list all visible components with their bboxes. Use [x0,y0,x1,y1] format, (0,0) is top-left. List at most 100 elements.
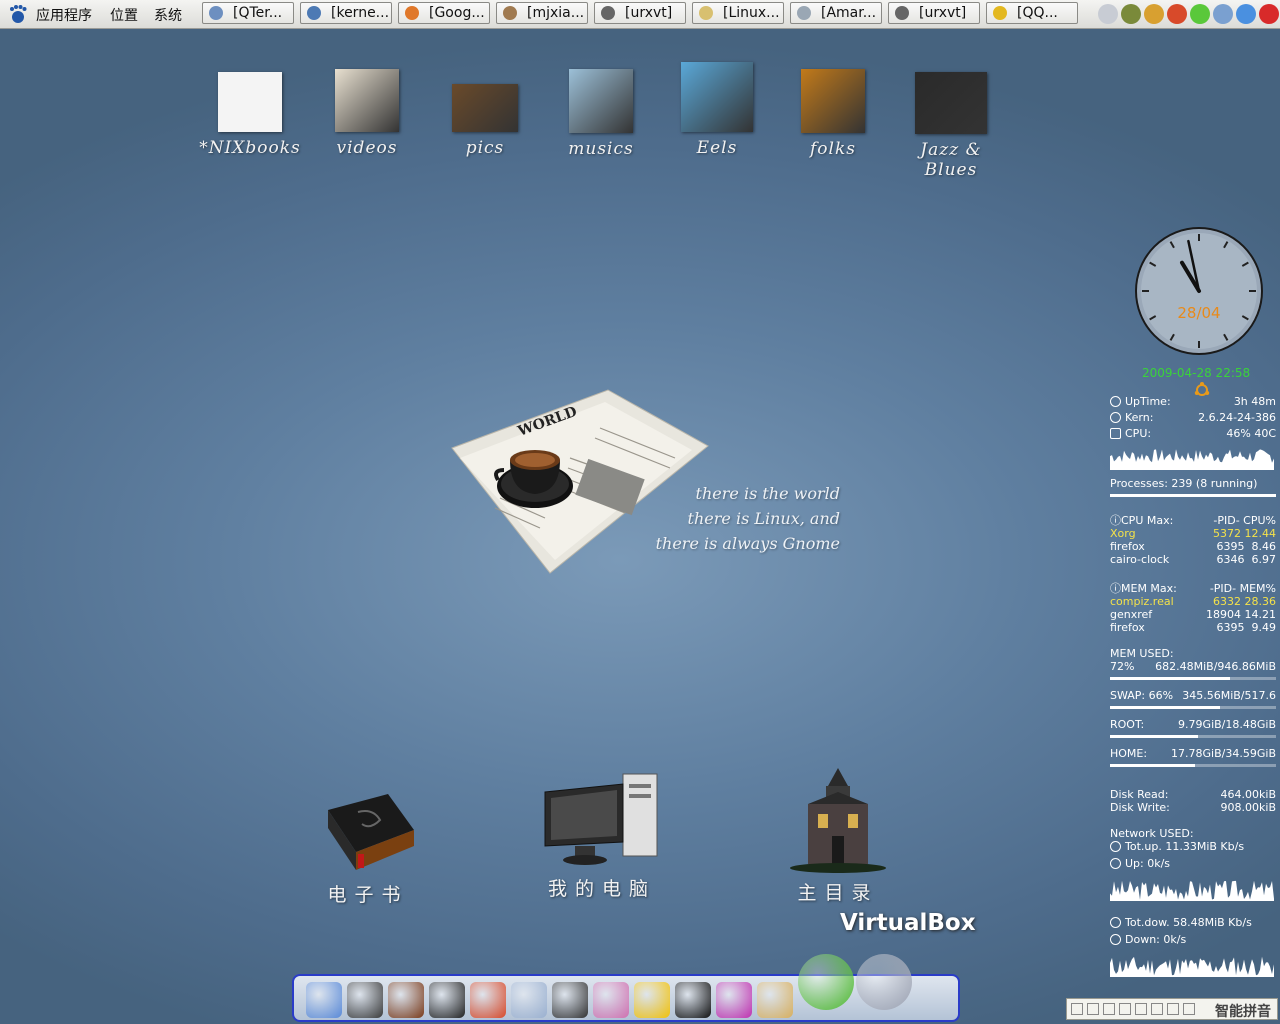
top-panel: 应用程序 位置 系统 [QTer... [kerne... [Goog... [mjx… [0,0,1280,29]
aim-icon[interactable] [634,982,670,1018]
menu-applications[interactable]: 应用程序 [36,5,92,25]
upload-total-icon [1110,841,1121,852]
download-arrow-icon [1110,934,1121,945]
penguin-icon[interactable] [1071,1003,1083,1015]
download-graph [1110,956,1274,977]
taskbar-button-label: [Goog... [429,5,485,21]
keyboard-icon[interactable] [1183,1003,1195,1015]
home-folder-shortcut[interactable]: 主目录 [748,766,928,905]
total-download: Tot.dow. 58.48MiB Kb/s [1125,916,1252,929]
menu-system[interactable]: 系统 [154,5,182,25]
download-total-icon [1110,917,1121,928]
taskbar-button[interactable]: [Amar... [790,2,882,24]
pinyin-icon[interactable] [1087,1003,1099,1015]
moon-icon[interactable] [1103,1003,1115,1015]
green-apple-icon[interactable] [798,954,854,1010]
ime-status-bar[interactable]: 智能拼音 [1066,998,1278,1020]
haunted-house-icon[interactable] [347,982,383,1018]
forever-young-cover-icon [569,69,633,133]
archive-icon[interactable] [1121,4,1141,24]
cpu-usage-graph [1110,449,1274,470]
process-row: firefox 6395 8.46 [1108,540,1276,553]
desktop-icon[interactable]: Eels [662,62,772,158]
chat-icon[interactable] [1236,4,1256,24]
virtualbox-icon[interactable] [856,954,912,1010]
desktop-icon[interactable]: musics [546,69,656,159]
qq-penguin-icon[interactable] [675,982,711,1018]
mem-max-header: MEM Max: [1121,582,1177,595]
home-value: 17.78GiB/34.59GiB [1171,747,1276,760]
taskbar-button[interactable]: [mjxia... [496,2,588,24]
desktop-icon[interactable]: pics [430,84,540,158]
green-status-icon[interactable] [1190,4,1210,24]
mem-percent: 72% [1110,660,1135,673]
upload-arrow-icon [1110,858,1121,869]
swap-value: 345.56MiB/517.6 [1182,689,1276,702]
taskbar-button[interactable]: [QQ... [986,2,1078,24]
monitor-icon[interactable] [552,982,588,1018]
process-name: Xorg [1110,527,1136,540]
pidgin-icon[interactable] [511,982,547,1018]
chrome-icon[interactable] [470,982,506,1018]
qq-player-icon[interactable] [716,982,752,1018]
desktop-icon[interactable]: folks [778,69,888,159]
taskbar-button[interactable]: [urxvt] [594,2,686,24]
desktop-icon-label: videos [336,138,398,158]
complex-icon[interactable] [1167,1003,1179,1015]
network-icon[interactable] [1098,4,1118,24]
home-label: HOME: [1110,747,1148,760]
qq-tray-icon[interactable] [1167,4,1187,24]
process-stats: 6395 9.49 [1216,621,1276,634]
music-note-icon[interactable] [593,982,629,1018]
qterm-icon [209,6,223,20]
upload-icon [503,6,517,20]
traditional-icon[interactable] [1151,1003,1163,1015]
ime-mode-label[interactable]: 智能拼音 [1215,1001,1271,1021]
home-folder-label: 主目录 [797,882,879,904]
desktop-icon[interactable]: *NIXbooks [195,72,305,158]
desktop-icon-label: musics [568,139,634,159]
processes-bar [1110,494,1276,497]
conky-system-monitor: UpTime: 3h 48m Kern: 2.6.24-24-386 CPU: 46%… [1108,395,1276,984]
root-value: 9.79GiB/18.48GiB [1178,718,1276,731]
my-computer-shortcut[interactable]: 我的电脑 [512,770,692,901]
cairo-clock-widget[interactable]: 28/04 [1134,226,1264,356]
taskbar-button-label: [QQ... [1017,5,1058,21]
virtualbox-label: VirtualBox [840,910,976,936]
disc-package-icon[interactable] [757,982,793,1018]
taskbar-button[interactable]: [urxvt] [888,2,980,24]
process-stats: 5372 12.44 [1213,527,1276,540]
close-red-icon[interactable] [1259,4,1279,24]
quote-line-1: there is the world [695,484,840,503]
menu-places[interactable]: 位置 [110,5,138,25]
process-stats: 6346 6.97 [1216,553,1276,566]
info-icon: ⓘ [1110,514,1121,527]
kern-label: Kern: [1125,411,1154,424]
process-stats: 6332 28.36 [1213,595,1276,608]
terminal-icon[interactable] [429,982,465,1018]
taskbar-button[interactable]: [Goog... [398,2,490,24]
process-name: firefox [1110,540,1145,553]
cpu-value: 46% 40C [1226,427,1276,440]
volume-icon[interactable] [1213,4,1233,24]
desktop-icon-label: pics [465,138,505,158]
book-icon[interactable] [388,982,424,1018]
desktop-icon[interactable]: Jazz & Blues [896,72,1006,180]
folk-album-cover-icon [801,69,865,133]
taskbar-button[interactable]: [kerne... [300,2,392,24]
finder-mac-icon[interactable] [306,982,342,1018]
disk-read-value: 464.00kiB [1220,788,1276,801]
bird-icon[interactable] [1144,4,1164,24]
taskbar-button[interactable]: [QTer... [202,2,294,24]
taskbar-button[interactable]: [Linux... [692,2,784,24]
cpu-max-header: CPU Max: [1121,514,1174,527]
feather-icon[interactable] [1119,1003,1131,1015]
process-name: compiz.real [1110,595,1174,608]
full-width-icon[interactable] [1135,1003,1147,1015]
desktop-icon[interactable]: videos [312,69,422,158]
firefox-icon [405,6,419,20]
gnome-foot-icon[interactable] [8,4,28,24]
process-name: cairo-clock [1110,553,1170,566]
desktop-icon-label: Eels [696,138,738,158]
ebook-shortcut[interactable]: 电子书 [278,790,458,907]
